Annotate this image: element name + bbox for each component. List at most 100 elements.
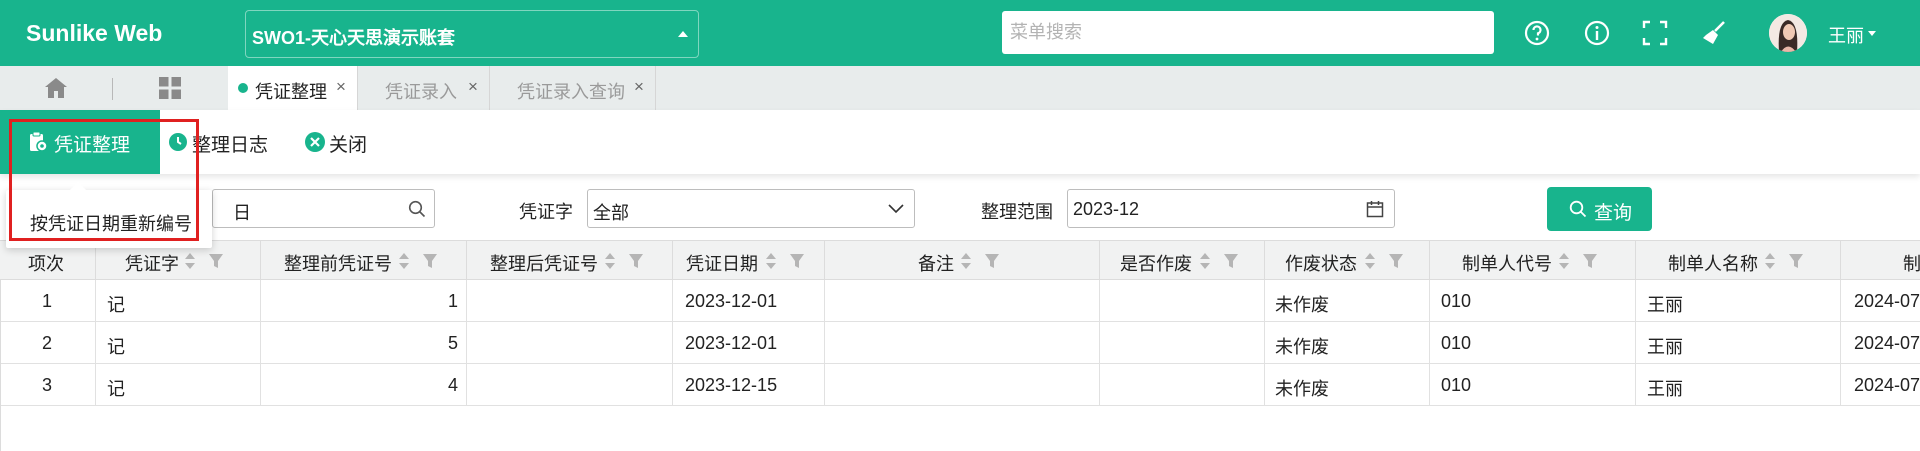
info-icon[interactable] [1583, 19, 1611, 47]
range-date-input[interactable]: 2023-12 [1067, 189, 1395, 228]
voucher-type-label: 凭证字 [519, 202, 573, 222]
tab-voucher-entry-query[interactable]: 凭证录入查询 × [490, 66, 656, 110]
query-label: 查询 [1594, 203, 1633, 224]
sort-icon[interactable] [604, 252, 616, 270]
calendar-icon[interactable] [1366, 200, 1384, 218]
help-icon[interactable] [1523, 19, 1551, 47]
range-label: 整理范围 [981, 202, 1053, 222]
sort-icon[interactable] [1364, 252, 1376, 270]
table-left-border [0, 280, 1, 451]
tab-divider [112, 78, 113, 100]
app-logo: Sunlike Web [26, 20, 163, 46]
filter-icon[interactable] [628, 253, 644, 269]
sort-icon[interactable] [765, 252, 777, 270]
table-row[interactable]: 3 记 4 2023-12-15 未作废 010 王丽 2024-07 [0, 364, 1920, 406]
cell-index: 3 [42, 375, 53, 395]
column-header-maker-code[interactable]: 制单人代号 [1430, 241, 1636, 281]
menu-search-input[interactable] [1002, 11, 1494, 54]
column-header-note[interactable]: 备注 [825, 241, 1100, 281]
tab-label: 凭证整理 [255, 82, 327, 102]
close-icon[interactable]: × [336, 77, 346, 97]
table-row[interactable]: 2 记 5 2023-12-01 未作废 010 王丽 2024-07 [0, 322, 1920, 364]
column-header-after-no[interactable]: 整理后凭证号 [467, 241, 673, 281]
cell-index: 2 [42, 333, 53, 353]
user-name[interactable]: 王丽 [1828, 22, 1864, 48]
cell-made-date: 2024-07 [1854, 375, 1920, 395]
cell-maker-code: 010 [1441, 291, 1472, 311]
account-set-select[interactable]: SWO1-天心天思演示账套 [245, 10, 699, 58]
filter-icon[interactable] [1388, 253, 1404, 269]
column-header-made-date[interactable]: 制 [1841, 241, 1920, 281]
tab-voucher-entry[interactable]: 凭证录入 × [358, 66, 490, 110]
action-toolbar: 凭证整理 整理日志 关闭 [0, 110, 1920, 174]
filter-icon[interactable] [1582, 253, 1598, 269]
query-button[interactable]: 查询 [1547, 187, 1652, 231]
cell-maker-name: 王丽 [1647, 379, 1683, 399]
column-header-maker-name[interactable]: 制单人名称 [1636, 241, 1841, 281]
voucher-type-select[interactable]: 全部 [587, 189, 915, 228]
grid-icon [159, 77, 181, 99]
cell-index: 1 [42, 291, 53, 311]
close-icon[interactable]: × [634, 77, 644, 97]
cell-before-no: 1 [447, 291, 458, 311]
tab-strip: 凭证整理 × 凭证录入 × 凭证录入查询 × [0, 66, 1920, 110]
cell-voucher-date: 2023-12-01 [685, 291, 778, 311]
active-dot [238, 83, 248, 93]
close-circle-icon[interactable] [304, 131, 326, 153]
column-header-voucher-date[interactable]: 凭证日期 [673, 241, 825, 281]
clear-broom-icon[interactable] [1700, 19, 1728, 47]
user-avatar[interactable] [1769, 14, 1807, 52]
filter-icon[interactable] [1223, 253, 1239, 269]
dropdown-arrow [69, 182, 87, 191]
sort-icon[interactable] [1558, 252, 1570, 270]
column-header-before-no[interactable]: 整理前凭证号 [261, 241, 467, 281]
sort-icon[interactable] [398, 252, 410, 270]
voucher-type-value: 全部 [593, 203, 629, 223]
cell-made-date: 2024-07 [1854, 291, 1920, 311]
column-header-void-status[interactable]: 作废状态 [1265, 241, 1430, 281]
search-icon[interactable] [408, 200, 426, 218]
sort-icon[interactable] [184, 252, 196, 270]
filter-icon[interactable] [1788, 253, 1804, 269]
filter-icon[interactable] [208, 253, 224, 269]
tab-label: 凭证录入查询 [517, 82, 625, 102]
chevron-down-icon[interactable] [1868, 31, 1876, 36]
cell-maker-name: 王丽 [1647, 337, 1683, 357]
close-icon[interactable]: × [468, 77, 478, 97]
filter-icon[interactable] [984, 253, 1000, 269]
cell-void-status: 未作废 [1275, 295, 1329, 315]
close-button[interactable]: 关闭 [329, 130, 367, 157]
cell-voucher-date: 2023-12-15 [685, 375, 778, 395]
renumber-by-date-item[interactable]: 按凭证日期重新编号 [30, 210, 192, 236]
range-value: 2023-12 [1073, 199, 1140, 219]
cell-maker-code: 010 [1441, 333, 1472, 353]
sort-icon[interactable] [1199, 252, 1211, 270]
cell-voucher-type: 记 [107, 379, 125, 399]
cell-voucher-type: 记 [107, 295, 125, 315]
tab-voucher-reorganize[interactable]: 凭证整理 × [228, 66, 358, 110]
log-icon[interactable] [168, 132, 188, 152]
sort-icon[interactable] [1764, 252, 1776, 270]
cell-voucher-date: 2023-12-01 [685, 333, 778, 353]
table-row[interactable]: 1 记 1 2023-12-01 未作废 010 王丽 2024-07 [0, 280, 1920, 322]
reorganize-dropdown: 按凭证日期重新编号 [6, 190, 212, 248]
sort-icon[interactable] [960, 252, 972, 270]
cell-maker-code: 010 [1441, 375, 1472, 395]
cell-before-no: 4 [447, 375, 458, 395]
top-header: Sunlike Web SWO1-天心天思演示账套 王丽 [0, 0, 1920, 66]
column-header-is-void[interactable]: 是否作废 [1100, 241, 1265, 281]
tab-app-grid[interactable] [158, 66, 184, 110]
chevron-down-icon [888, 204, 904, 214]
tab-home[interactable] [44, 66, 70, 110]
table-header: 项次 凭证字 整理前凭证号 整理后凭证号 凭证日期 备注 是否作废 作废状态 制… [0, 240, 1920, 281]
date-filter-input[interactable]: 日 [212, 189, 435, 228]
reorganize-button[interactable]: 凭证整理 [0, 110, 160, 174]
cell-void-status: 未作废 [1275, 337, 1329, 357]
filter-icon[interactable] [789, 253, 805, 269]
filter-icon[interactable] [422, 253, 438, 269]
log-button[interactable]: 整理日志 [192, 130, 268, 157]
clipboard-gear-icon [30, 131, 48, 152]
date-filter-value: 日 [233, 203, 251, 223]
cell-made-date: 2024-07 [1854, 333, 1920, 353]
fullscreen-icon[interactable] [1641, 19, 1669, 47]
